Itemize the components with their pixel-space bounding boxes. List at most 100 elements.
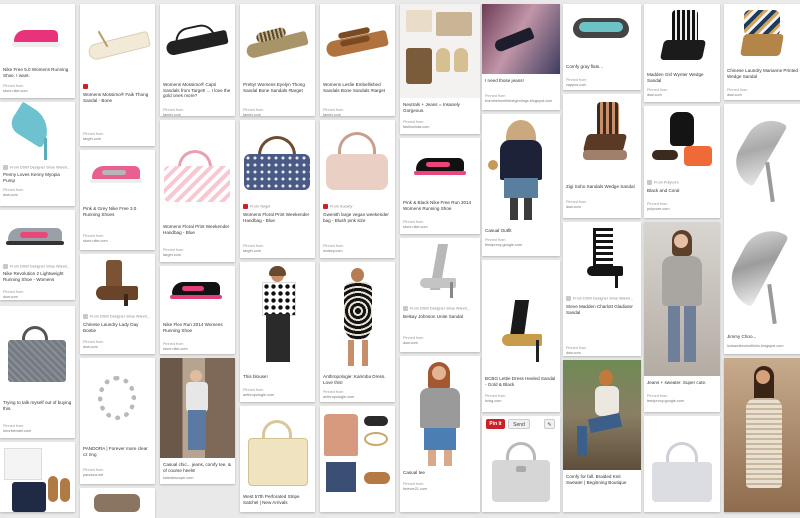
- pin-image[interactable]: [320, 406, 395, 512]
- pin-card[interactable]: Chinese Laundry Marianne Printed Wedge S…: [724, 4, 800, 100]
- pin-source[interactable]: Pinned from dsw.com: [403, 336, 477, 345]
- pin-source[interactable]: Pinned from target.com: [243, 244, 312, 253]
- pin-source[interactable]: Pinned from target.com: [163, 108, 232, 116]
- pin-card[interactable]: Trying to talk myself out of buying this…: [0, 306, 75, 438]
- pin-image[interactable]: [80, 150, 155, 200]
- pin-card[interactable]: Casual chic... jeans, comfy tee, & of co…: [160, 358, 235, 484]
- pin-card[interactable]: Pink & Grey Nike Free 3.0 Running Shoes …: [80, 150, 155, 250]
- pin-source[interactable]: Pinned from store.nike.com: [3, 84, 72, 93]
- pin-image[interactable]: [240, 4, 315, 76]
- pin-source[interactable]: Pinned from dsw.com: [566, 346, 638, 355]
- pin-card[interactable]: From DSW Designer Shoe Wareh... Penny Lo…: [0, 102, 75, 206]
- pin-source[interactable]: Pinned from fashionista.com: [403, 120, 477, 129]
- pin-image[interactable]: [644, 416, 720, 512]
- pin-card[interactable]: From Society Gwenith large vegan weekend…: [320, 120, 395, 258]
- pin-source[interactable]: Pinned from target.com: [243, 108, 312, 116]
- pin-card[interactable]: Womens Mossimo® Capri Sandals from Targe…: [160, 4, 235, 116]
- pin-card[interactable]: Jeans + sweater. Super cute. Pinned from…: [644, 222, 720, 412]
- pin-image[interactable]: [563, 94, 641, 178]
- pin-image[interactable]: [80, 488, 155, 518]
- pin-source[interactable]: Pinned from feedproxy.google.com: [647, 394, 717, 403]
- pin-card[interactable]: [724, 358, 800, 512]
- pin-source[interactable]: Pinned from pandora.net: [83, 468, 152, 477]
- pin-image[interactable]: [160, 266, 235, 316]
- pin-image[interactable]: [160, 4, 235, 76]
- pin-image[interactable]: [240, 262, 315, 370]
- pin-repin-source[interactable]: From Target: [243, 204, 312, 209]
- pin-source[interactable]: Pinned from forever21.com: [403, 482, 477, 491]
- pin-card[interactable]: From DSW Designer Shoe Wareh... Belsay J…: [400, 238, 480, 352]
- pin-image[interactable]: [644, 4, 720, 68]
- pin-card[interactable]: Womens Leslie Embellished Sandals Bone S…: [320, 4, 395, 116]
- pin-image[interactable]: [320, 120, 395, 200]
- pin-image[interactable]: [400, 238, 480, 302]
- pin-repin-source[interactable]: From DSW Designer Shoe Wareh...: [83, 314, 152, 319]
- pin-image[interactable]: [563, 4, 641, 60]
- pin-source[interactable]: Pinned from anthropologie.com: [243, 388, 312, 397]
- pin-source[interactable]: Pinned from polyvore.com: [647, 202, 717, 211]
- pin-image[interactable]: [482, 4, 560, 74]
- pin-repin-source[interactable]: From DSW Designer Shoe Wareh...: [3, 264, 72, 269]
- pin-source[interactable]: Pinned from target.com: [323, 108, 392, 116]
- pin-image[interactable]: [320, 4, 395, 76]
- pin-card[interactable]: PANDORA | Forever more clear cz ring Pin…: [80, 358, 155, 484]
- pin-image[interactable]: [320, 262, 395, 370]
- pin-card[interactable]: Womens Floral Print Weekender Handbag - …: [160, 120, 235, 262]
- pin-source[interactable]: Pinned from wolsey.com: [323, 244, 392, 253]
- pin-image[interactable]: [0, 442, 75, 512]
- pin-source[interactable]: Pinned from fromthehumblebeginnings.blogs…: [485, 94, 557, 103]
- pin-image[interactable]: [482, 114, 560, 224]
- pin-card[interactable]: Anthropologie: Karimba Dress. Love this!…: [320, 262, 395, 402]
- pin-image[interactable]: [0, 210, 75, 262]
- pin-it-button[interactable]: Pin it: [486, 419, 505, 429]
- pin-card[interactable]: [644, 416, 720, 512]
- pin-source[interactable]: Pinned from dsw.com: [83, 340, 152, 349]
- pin-source[interactable]: Pinned from store.nike.com: [83, 234, 152, 243]
- pin-card[interactable]: Pink & Black Nike Free Run 2014 Womens R…: [400, 138, 480, 234]
- pin-image[interactable]: [80, 254, 155, 310]
- pin-source[interactable]: Pinned from anthropologie.com: [323, 390, 392, 399]
- pin-source[interactable]: Pinned from bcbg.com: [485, 394, 557, 403]
- pin-source[interactable]: Pinned from store.nike.com: [163, 342, 232, 351]
- pin-image[interactable]: [724, 358, 800, 512]
- pin-image[interactable]: [482, 260, 560, 370]
- pin-image[interactable]: [160, 120, 235, 220]
- pin-image[interactable]: [644, 106, 720, 176]
- pin-card[interactable]: Comfy for fall. Braided Knit Sweater | B…: [563, 360, 641, 512]
- pin-image[interactable]: [80, 358, 155, 442]
- pin-card[interactable]: BCBG Lettie Dress Heeled Sandal - Gold &…: [482, 260, 560, 412]
- pin-image[interactable]: [0, 102, 75, 164]
- pin-card[interactable]: From DSW Designer Shoe Wareh... Chinese …: [80, 254, 155, 354]
- pin-card[interactable]: From Polyvore Black and Coral Pinned fro…: [644, 106, 720, 218]
- pin-image[interactable]: [563, 360, 641, 470]
- pin-card[interactable]: [80, 488, 155, 518]
- pin-repin-source[interactable]: [83, 84, 152, 89]
- pin-source[interactable]: Pinned from dsw.com: [3, 188, 72, 197]
- pin-source[interactable]: Pinned from dsw.com: [3, 290, 72, 299]
- pin-repin-source[interactable]: From Society: [323, 204, 392, 209]
- pin-repin-source[interactable]: From DSW Designer Shoe Wareh...: [403, 306, 477, 311]
- pin-image[interactable]: [563, 222, 641, 292]
- pin-image[interactable]: [0, 4, 75, 64]
- pin-repin-source[interactable]: From DSW Designer Shoe Wareh...: [566, 296, 638, 301]
- pin-source[interactable]: Pinned from target.com: [83, 132, 152, 141]
- pin-card[interactable]: From DSW Designer Shoe Wareh... Steve Ma…: [563, 222, 641, 356]
- pin-card[interactable]: Nike Free 5.0 Womens Running Shoe. I wan…: [0, 4, 75, 98]
- pin-source[interactable]: Pinned from feedproxy.google.com: [485, 238, 557, 247]
- pin-image[interactable]: [160, 358, 235, 458]
- pin-card[interactable]: Neutrals + Jeans = Insanely Gorgeous. Pi…: [400, 4, 480, 134]
- pin-image[interactable]: [240, 120, 315, 200]
- pin-image[interactable]: [0, 306, 75, 396]
- pin-source[interactable]: Pinned from store.nike.com: [403, 220, 477, 229]
- pin-source[interactable]: Pinned from henribendel.com: [3, 424, 72, 433]
- pin-source[interactable]: Pinned from zappos.com: [566, 78, 638, 87]
- pin-card[interactable]: Pretty! Womens Eyelyn Thong Sandal Bone …: [240, 4, 315, 116]
- pin-image[interactable]: [400, 356, 480, 466]
- pin-image[interactable]: [400, 4, 480, 98]
- pin-image[interactable]: [240, 406, 315, 490]
- pin-card[interactable]: Womens Mossimo® Faik Thong Sandal - Bone…: [80, 4, 155, 146]
- pin-source[interactable]: Pinned from dsw.com: [647, 88, 717, 97]
- pin-card[interactable]: I need those jeans! Pinned from fromthehu…: [482, 4, 560, 110]
- pin-image[interactable]: [80, 4, 155, 82]
- pin-card[interactable]: [0, 442, 75, 512]
